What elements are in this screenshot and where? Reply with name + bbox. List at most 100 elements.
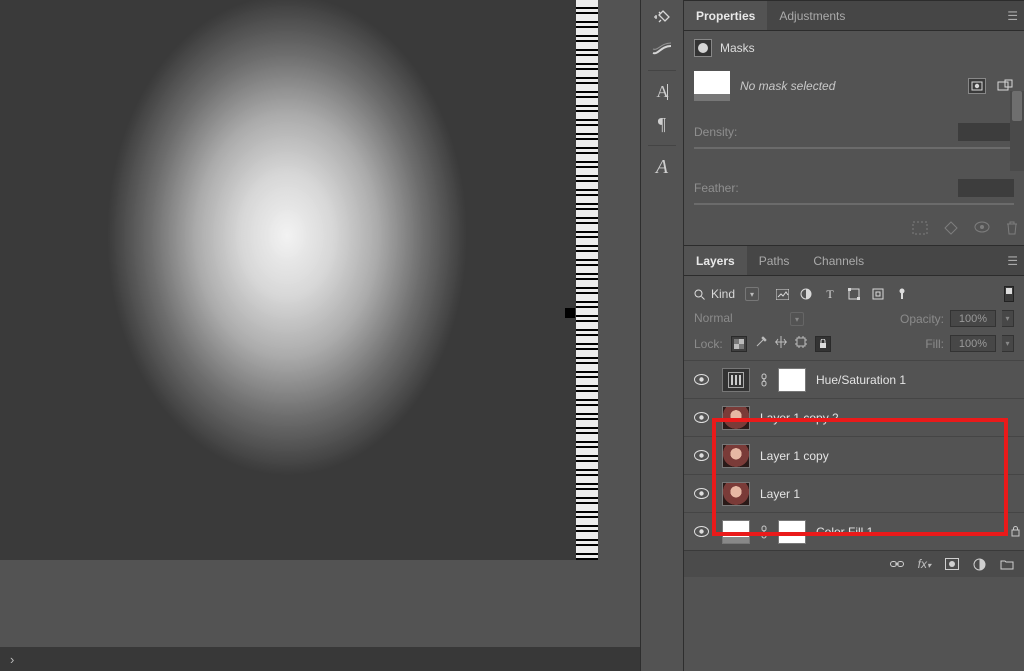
properties-panel-menu-icon[interactable]: ☰ xyxy=(1007,9,1018,23)
visibility-eye-icon[interactable] xyxy=(694,450,712,461)
masks-section-icon xyxy=(694,39,712,57)
layers-panel-menu-icon[interactable]: ☰ xyxy=(1007,254,1018,268)
density-row: Density: xyxy=(694,123,1014,141)
layer-mask-thumb[interactable] xyxy=(778,520,806,544)
new-adjustment-layer-icon[interactable] xyxy=(973,558,986,571)
chevron-down-icon: ▾ xyxy=(790,312,804,326)
collapsed-panel-dock: A ¶ A xyxy=(640,0,684,671)
layer-row[interactable]: Hue/Saturation 1 xyxy=(684,360,1024,398)
visibility-eye-icon[interactable] xyxy=(694,412,712,423)
feather-label: Feather: xyxy=(694,181,764,195)
tab-channels[interactable]: Channels xyxy=(801,246,876,275)
link-icon[interactable] xyxy=(760,373,768,387)
feather-slider[interactable] xyxy=(694,203,1014,205)
density-label: Density: xyxy=(694,125,764,139)
status-expand-icon[interactable]: › xyxy=(10,652,14,667)
fill-layer-thumb[interactable] xyxy=(722,520,750,544)
filter-pixel-icon[interactable] xyxy=(775,287,789,301)
filter-artboard-icon[interactable] xyxy=(895,287,909,301)
opacity-value[interactable]: 100% xyxy=(950,310,996,327)
mask-thumbnail xyxy=(694,71,730,101)
layer-name[interactable]: Hue/Saturation 1 xyxy=(816,373,1014,387)
chevron-down-icon[interactable]: ▾ xyxy=(1002,310,1014,327)
locked-indicator-icon xyxy=(1011,526,1020,537)
layer-row[interactable]: Layer 1 xyxy=(684,474,1024,512)
layer-filter-kind[interactable]: Kind ▾ xyxy=(694,287,759,301)
lock-all-icon[interactable] xyxy=(815,336,831,352)
mask-selection-row: No mask selected xyxy=(694,71,1014,101)
layer-row[interactable]: Layer 1 copy 2 xyxy=(684,398,1024,436)
pixel-layer-thumb[interactable] xyxy=(722,406,750,430)
tab-paths[interactable]: Paths xyxy=(747,246,802,275)
layer-row[interactable]: Color Fill 1 xyxy=(684,512,1024,550)
properties-scrollbar[interactable] xyxy=(1010,91,1024,171)
search-icon xyxy=(694,289,705,300)
layer-name[interactable]: Layer 1 xyxy=(760,487,1014,501)
visibility-eye-icon[interactable] xyxy=(694,488,712,499)
chevron-down-icon[interactable]: ▾ xyxy=(1002,335,1014,352)
chevron-down-icon: ▾ xyxy=(745,287,759,301)
paragraph-panel-icon[interactable]: ¶ xyxy=(647,111,677,137)
pixel-layer-thumb[interactable] xyxy=(722,444,750,468)
layers-panel: Layers Paths Channels ☰ Kind ▾ T xyxy=(684,245,1024,577)
lock-label: Lock: xyxy=(694,337,723,351)
invert-mask-icon[interactable] xyxy=(944,221,958,235)
visibility-eye-icon[interactable] xyxy=(694,374,712,385)
link-icon[interactable] xyxy=(760,525,768,539)
canvas-pasteboard xyxy=(0,560,598,640)
lock-fill-row: Lock: Fill: 100% ▾ xyxy=(684,331,1024,356)
visibility-eye-icon[interactable] xyxy=(694,526,712,537)
pixel-layer-thumb[interactable] xyxy=(722,482,750,506)
layer-name[interactable]: Layer 1 copy 2 xyxy=(760,411,1014,425)
properties-panel: Properties Adjustments ☰ Masks No mask s… xyxy=(684,0,1024,245)
layer-list: Hue/Saturation 1 Layer 1 copy 2 Layer 1 … xyxy=(684,360,1024,550)
kind-label: Kind xyxy=(711,287,735,301)
filter-smartobject-icon[interactable] xyxy=(871,287,885,301)
filter-shape-icon[interactable] xyxy=(847,287,861,301)
fill-label: Fill: xyxy=(925,337,944,351)
new-group-icon[interactable] xyxy=(1000,559,1014,570)
layer-row[interactable]: Layer 1 copy xyxy=(684,436,1024,474)
filter-type-icon[interactable]: T xyxy=(823,287,837,301)
fill-value[interactable]: 100% xyxy=(950,335,996,352)
layer-style-icon[interactable]: fx▾ xyxy=(918,557,931,571)
glyphs-panel-icon[interactable]: A xyxy=(647,154,677,180)
character-panel-icon[interactable]: A xyxy=(647,79,677,105)
filter-toggle[interactable] xyxy=(1004,286,1014,302)
density-slider[interactable] xyxy=(694,147,1014,149)
properties-tabs: Properties Adjustments ☰ xyxy=(684,1,1024,31)
opacity-label: Opacity: xyxy=(900,312,944,326)
tab-adjustments[interactable]: Adjustments xyxy=(767,1,857,30)
add-mask-icon[interactable] xyxy=(945,558,959,570)
disable-mask-icon[interactable] xyxy=(974,221,990,235)
blend-opacity-row: Normal ▾ Opacity: 100% ▾ xyxy=(684,306,1024,331)
delete-mask-icon[interactable] xyxy=(1006,221,1018,235)
mask-from-selection-icon[interactable] xyxy=(912,221,928,235)
layer-mask-thumb[interactable] xyxy=(778,368,806,392)
tab-properties[interactable]: Properties xyxy=(684,1,767,30)
filter-adjustment-icon[interactable] xyxy=(799,287,813,301)
layer-filter-row: Kind ▾ T xyxy=(684,282,1024,306)
blend-mode-select[interactable]: Normal ▾ xyxy=(694,311,804,327)
lock-position-icon[interactable] xyxy=(775,336,787,352)
status-bar: › xyxy=(0,647,640,671)
tab-layers[interactable]: Layers xyxy=(684,246,747,275)
adjustment-layer-thumb[interactable] xyxy=(722,368,750,392)
lock-image-icon[interactable] xyxy=(755,336,767,352)
layer-name[interactable]: Layer 1 copy xyxy=(760,449,1014,463)
link-layers-icon[interactable] xyxy=(890,559,904,569)
feather-row: Feather: xyxy=(694,179,1014,197)
brushes-panel-icon[interactable] xyxy=(647,36,677,62)
add-pixel-mask-button[interactable] xyxy=(968,78,986,94)
masks-section-label: Masks xyxy=(720,41,755,55)
document-canvas[interactable] xyxy=(0,0,598,560)
history-brush-icon[interactable] xyxy=(647,4,677,30)
feather-value[interactable] xyxy=(958,179,1014,197)
lock-artboard-icon[interactable] xyxy=(795,336,807,352)
layers-footer: fx▾ xyxy=(684,550,1024,577)
canvas-area[interactable]: › xyxy=(0,0,640,671)
layer-name[interactable]: Color Fill 1 xyxy=(816,525,1014,539)
lock-transparency-icon[interactable] xyxy=(731,336,747,352)
density-value[interactable] xyxy=(958,123,1014,141)
properties-footer xyxy=(684,211,1024,245)
